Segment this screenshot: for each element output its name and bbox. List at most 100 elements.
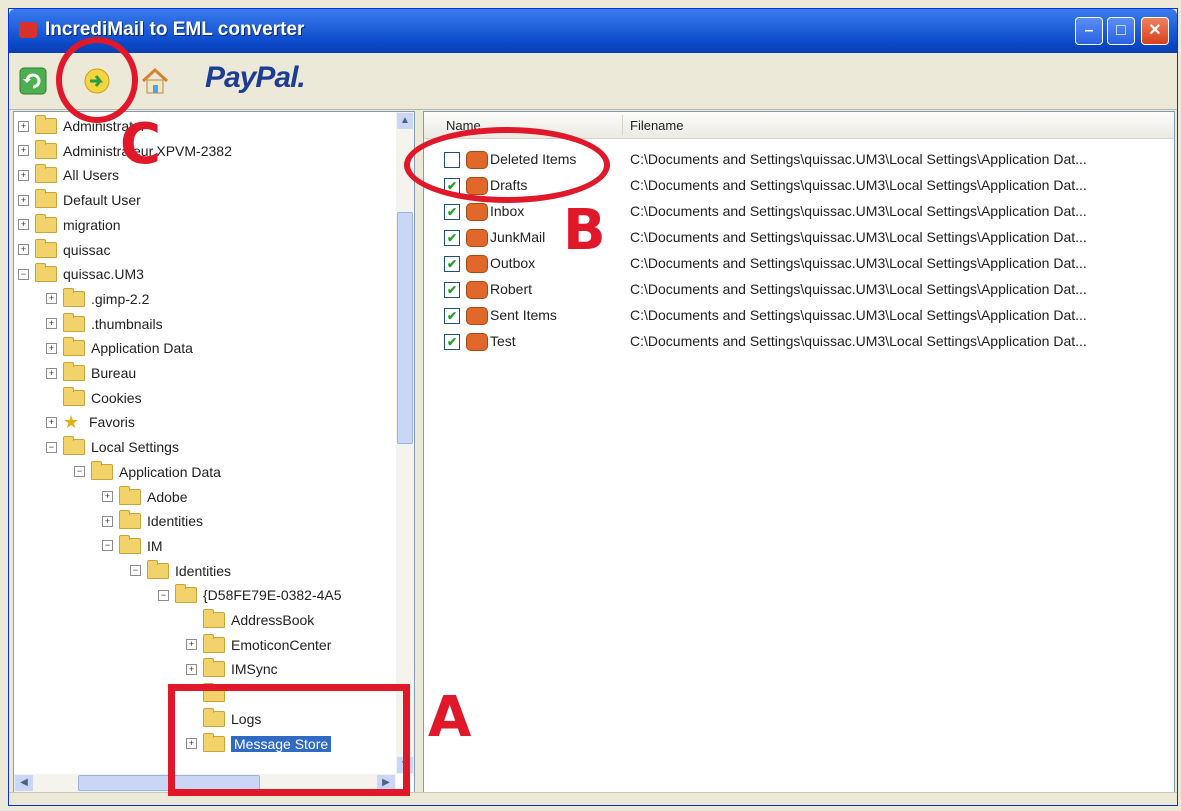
collapse-icon[interactable]: − bbox=[102, 540, 113, 552]
list-item[interactable]: ✔ Outbox C:\Documents and Settings\quissac… bbox=[424, 252, 1174, 276]
mailbox-checkbox[interactable]: ✔ bbox=[444, 256, 460, 272]
tree-node-label: migration bbox=[63, 216, 121, 233]
tree-node[interactable]: + EmoticonCenter bbox=[186, 633, 331, 657]
column-header-filename[interactable]: Filename bbox=[630, 118, 683, 133]
scroll-up-icon[interactable]: ▲ bbox=[397, 113, 413, 129]
title-bar[interactable]: IncrediMail to EML converter – □ ✕ bbox=[9, 9, 1177, 53]
window-title: IncrediMail to EML converter bbox=[45, 19, 305, 40]
collapse-icon[interactable]: − bbox=[74, 466, 85, 478]
close-button[interactable]: ✕ bbox=[1141, 17, 1169, 45]
expand-icon[interactable]: + bbox=[46, 416, 57, 428]
expand-icon[interactable]: + bbox=[46, 293, 57, 305]
tree-node-label: All Users bbox=[63, 167, 120, 184]
expand-icon[interactable]: + bbox=[102, 491, 113, 502]
folder-icon bbox=[203, 633, 225, 653]
mailbox-filename: C:\Documents and Settings\quissac.UM3\Lo… bbox=[630, 177, 1087, 193]
tree-node[interactable]: + Application Data bbox=[46, 336, 193, 360]
expand-icon[interactable]: + bbox=[186, 663, 197, 675]
tree-node[interactable]: + Adobe bbox=[102, 485, 187, 509]
home-button[interactable] bbox=[139, 65, 171, 97]
mailbox-checkbox[interactable]: ✔ bbox=[444, 334, 460, 350]
pane-splitter[interactable] bbox=[415, 111, 423, 793]
folder-icon bbox=[63, 362, 85, 381]
mailbox-filename: C:\Documents and Settings\quissac.UM3\Lo… bbox=[630, 151, 1087, 167]
list-item[interactable]: ✔ Robert C:\Documents and Settings\quissac… bbox=[424, 278, 1174, 302]
tree-node[interactable]: + quissac bbox=[18, 238, 110, 262]
tree-node-label: .gimp-2.2 bbox=[91, 290, 150, 307]
tree-node[interactable]: + Identities bbox=[102, 509, 203, 533]
tree-node[interactable]: + ★ Favoris bbox=[46, 410, 135, 434]
expand-icon[interactable]: + bbox=[46, 318, 57, 330]
tree-node[interactable]: + .gimp-2.2 bbox=[46, 287, 149, 311]
paypal-button[interactable]: PayPal. bbox=[205, 61, 306, 95]
tree-node[interactable]: + .thumbnails bbox=[46, 312, 163, 336]
tree-node[interactable]: − {D58FE79E-0382-4A5 bbox=[158, 583, 342, 607]
refresh-button[interactable] bbox=[17, 65, 49, 97]
folder-icon bbox=[119, 485, 141, 505]
tree-node-label: IMSync bbox=[231, 661, 278, 678]
folder-icon bbox=[63, 436, 85, 456]
maximize-button[interactable]: □ bbox=[1107, 17, 1135, 45]
expand-icon[interactable]: + bbox=[18, 219, 29, 231]
folder-icon bbox=[35, 164, 57, 184]
list-item[interactable]: ✔ Inbox C:\Documents and Settings\quissac.… bbox=[424, 200, 1174, 224]
expand-icon[interactable]: + bbox=[18, 244, 29, 255]
mailbox-filename: C:\Documents and Settings\quissac.UM3\Lo… bbox=[630, 281, 1087, 297]
collapse-icon[interactable]: − bbox=[130, 565, 141, 577]
mailbox-icon bbox=[466, 255, 488, 273]
tree-node-label: Identities bbox=[147, 513, 204, 530]
expand-icon[interactable]: + bbox=[46, 367, 57, 379]
mailbox-filename: C:\Documents and Settings\quissac.UM3\Lo… bbox=[630, 307, 1087, 323]
folder-icon bbox=[63, 287, 85, 307]
list-item[interactable]: ✔ JunkMail C:\Documents and Settings\quiss… bbox=[424, 226, 1174, 250]
tree-node-label: Default User bbox=[63, 192, 141, 209]
tree-node-label: Application Data bbox=[91, 340, 193, 357]
tree-vertical-scrollbar[interactable]: ▲ ▼ bbox=[396, 112, 414, 774]
tree-node[interactable]: Cookies bbox=[46, 386, 142, 410]
annotation-label-a: A bbox=[428, 685, 472, 750]
expand-icon[interactable]: + bbox=[18, 145, 29, 157]
tree-node[interactable]: + Default User bbox=[18, 188, 141, 212]
tree-node[interactable]: + All Users bbox=[18, 163, 119, 187]
mailbox-list[interactable]: Name Filename Deleted Items C:\Documents … bbox=[423, 111, 1175, 793]
tree-node[interactable]: AddressBook bbox=[186, 608, 314, 632]
tree-node-label: Favoris bbox=[89, 414, 135, 431]
mailbox-checkbox[interactable]: ✔ bbox=[444, 204, 460, 220]
minimize-icon: – bbox=[1084, 22, 1094, 39]
star-icon: ★ bbox=[63, 412, 80, 433]
tree-node-label: Application Data bbox=[119, 463, 221, 480]
tree-node[interactable]: − Local Settings bbox=[46, 435, 179, 459]
close-icon: ✕ bbox=[1148, 22, 1162, 39]
tree-node[interactable]: − IM bbox=[102, 534, 163, 558]
expand-icon[interactable]: + bbox=[102, 515, 113, 527]
scroll-thumb[interactable] bbox=[397, 212, 413, 444]
column-separator[interactable] bbox=[622, 115, 623, 135]
expand-icon[interactable]: + bbox=[18, 120, 29, 132]
expand-icon[interactable]: + bbox=[18, 169, 29, 181]
tree-node[interactable]: + IMSync bbox=[186, 657, 278, 681]
paypal-dot: . bbox=[297, 61, 305, 94]
mailbox-checkbox[interactable]: ✔ bbox=[444, 230, 460, 246]
list-item[interactable]: ✔ Sent Items C:\Documents and Settings\qui… bbox=[424, 304, 1174, 328]
mailbox-filename: C:\Documents and Settings\quissac.UM3\Lo… bbox=[630, 255, 1087, 271]
expand-icon[interactable]: + bbox=[186, 639, 197, 651]
mailbox-checkbox[interactable]: ✔ bbox=[444, 308, 460, 324]
tree-node-label: AddressBook bbox=[231, 612, 315, 628]
scroll-left-icon[interactable]: ◀ bbox=[15, 775, 33, 791]
folder-icon bbox=[35, 139, 57, 159]
annotation-label-c: C bbox=[120, 112, 162, 177]
expand-icon[interactable]: + bbox=[18, 194, 29, 206]
tree-node[interactable]: + migration bbox=[18, 213, 121, 237]
tree-node[interactable]: − quissac.UM3 bbox=[18, 262, 144, 286]
mailbox-checkbox[interactable]: ✔ bbox=[444, 282, 460, 298]
expand-icon[interactable]: + bbox=[46, 342, 57, 354]
tree-node[interactable]: + Bureau bbox=[46, 361, 136, 385]
minimize-button[interactable]: – bbox=[1075, 17, 1103, 45]
collapse-icon[interactable]: − bbox=[18, 268, 29, 280]
tree-node[interactable]: − Application Data bbox=[74, 460, 221, 484]
collapse-icon[interactable]: − bbox=[158, 589, 169, 601]
tree-node[interactable]: − Identities bbox=[130, 559, 231, 583]
collapse-icon[interactable]: − bbox=[46, 441, 57, 453]
list-item[interactable]: ✔ Test C:\Documents and Settings\quissac.U… bbox=[424, 330, 1174, 354]
